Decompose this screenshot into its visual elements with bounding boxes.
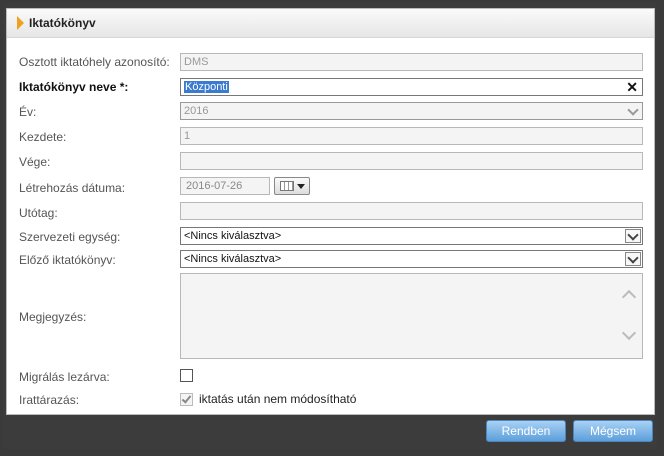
nev-input[interactable]: Központi ✕ bbox=[180, 78, 643, 96]
calendar-icon bbox=[279, 181, 294, 191]
szervezeti-select[interactable]: <Nincs kiválasztva> bbox=[180, 227, 643, 245]
triangle-right-icon bbox=[17, 16, 24, 30]
osztott-field: DMS bbox=[180, 53, 643, 71]
nev-label: Iktatókönyv neve *: bbox=[19, 80, 129, 94]
migralas-checkbox[interactable] bbox=[180, 369, 193, 382]
irattarazas-label: Irattárazás: bbox=[19, 393, 80, 407]
date-field: 2016-07-26 bbox=[180, 177, 270, 195]
szervezeti-value: <Nincs kiválasztva> bbox=[184, 230, 282, 242]
megjegyzes-label: Megjegyzés: bbox=[19, 310, 87, 324]
irattarazas-checkbox[interactable] bbox=[180, 393, 193, 406]
nev-value: Központi bbox=[184, 81, 229, 93]
utotag-label: Utótag: bbox=[19, 206, 58, 220]
scroll-up-icon[interactable] bbox=[621, 289, 637, 305]
dialog-header: Iktatókönyv bbox=[7, 9, 654, 38]
ev-value: 2016 bbox=[184, 105, 209, 117]
calendar-button[interactable] bbox=[274, 177, 310, 195]
form-panel: Iktatókönyv Osztott iktatóhely azonosító… bbox=[6, 8, 655, 415]
ev-select[interactable]: 2016 bbox=[180, 102, 643, 120]
close-icon[interactable]: ✕ bbox=[626, 79, 638, 95]
utotag-field bbox=[180, 202, 643, 220]
ok-button[interactable]: Rendben bbox=[486, 420, 566, 442]
elozo-select[interactable]: <Nincs kiválasztva> bbox=[180, 250, 643, 268]
checkmark-icon bbox=[181, 393, 192, 404]
elozo-value: <Nincs kiválasztva> bbox=[184, 253, 282, 265]
cancel-button[interactable]: Mégsem bbox=[573, 420, 653, 442]
chevron-down-icon[interactable] bbox=[625, 228, 641, 243]
elozo-label: Előző iktatókönyv: bbox=[19, 253, 116, 267]
kezdete-label: Kezdete: bbox=[19, 130, 67, 144]
migralas-label: Migrálás lezárva: bbox=[19, 370, 110, 384]
chevron-down-icon[interactable] bbox=[625, 251, 641, 266]
megjegyzes-textarea[interactable] bbox=[180, 273, 643, 359]
ev-label: Év: bbox=[19, 105, 37, 119]
kezdete-field: 1 bbox=[180, 127, 643, 145]
irattarazas-option-label: iktatás után nem módosítható bbox=[199, 392, 357, 406]
dialog-window: Iktatókönyv Osztott iktatóhely azonosító… bbox=[3, 3, 657, 449]
osztott-label: Osztott iktatóhely azonosító: bbox=[19, 55, 170, 69]
vege-field bbox=[180, 152, 643, 170]
letrehozas-label: Létrehozás dátuma: bbox=[19, 181, 126, 195]
chevron-down-icon bbox=[296, 183, 305, 189]
scroll-down-icon[interactable] bbox=[621, 325, 637, 341]
szervezeti-label: Szervezeti egység: bbox=[19, 230, 121, 244]
vege-label: Vége: bbox=[19, 155, 51, 169]
chevron-down-icon[interactable] bbox=[625, 103, 641, 118]
dialog-title: Iktatókönyv bbox=[29, 16, 96, 30]
